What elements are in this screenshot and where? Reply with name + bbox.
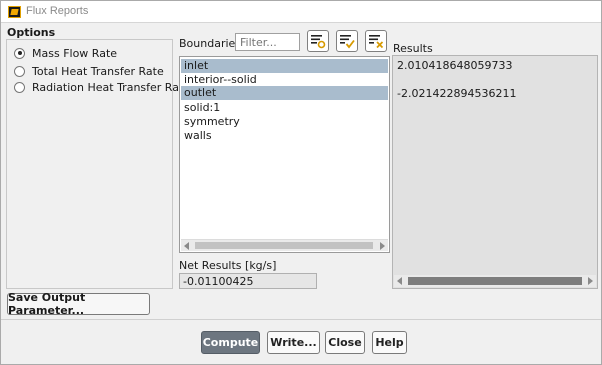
deselect-all-icon (369, 35, 384, 49)
title-bar: Flux Reports (1, 1, 601, 23)
scroll-left-icon[interactable] (397, 277, 402, 285)
compute-button[interactable]: Compute (201, 331, 260, 354)
write-button[interactable]: Write... (267, 331, 320, 354)
list-item-solid-1[interactable]: solid:1 (181, 101, 388, 115)
boundaries-label: Boundaries (179, 37, 242, 50)
radio-label: Total Heat Transfer Rate (32, 64, 164, 78)
help-button[interactable]: Help (372, 331, 407, 354)
list-item-walls[interactable]: walls (181, 129, 388, 143)
scroll-thumb[interactable] (195, 242, 373, 249)
filter-list-icon (311, 35, 326, 49)
deselect-all-button[interactable] (365, 30, 387, 52)
boundaries-list[interactable]: inlet interior--solid outlet solid:1 sym… (179, 56, 390, 253)
save-output-parameter-button[interactable]: Save Output Parameter... (7, 291, 150, 317)
radio-label: Radiation Heat Transfer Rate (32, 80, 191, 94)
results-horizontal-scrollbar[interactable] (394, 275, 596, 287)
options-label: Options (7, 26, 56, 39)
filter-zones-button[interactable] (307, 30, 329, 52)
result-line: -2.021422894536211 (397, 87, 517, 100)
footer-divider (1, 319, 601, 320)
results-panel: 2.010418648059733 -2.021422894536211 (392, 55, 598, 289)
boundaries-filter-input[interactable] (235, 33, 300, 51)
close-button[interactable]: Close (325, 331, 365, 354)
scroll-right-icon[interactable] (380, 242, 385, 250)
radio-radiation-heat-transfer-rate[interactable]: Radiation Heat Transfer Rate (14, 80, 190, 94)
window-title: Flux Reports (26, 5, 89, 17)
list-item-inlet[interactable]: inlet (181, 59, 388, 73)
fluent-app-icon (8, 6, 21, 18)
radio-button[interactable] (14, 81, 25, 93)
radio-mass-flow-rate[interactable]: Mass Flow Rate (14, 46, 117, 60)
radio-button[interactable] (14, 65, 25, 77)
result-line: 2.010418648059733 (397, 59, 513, 72)
flux-reports-dialog: Flux Reports Options Mass Flow Rate Tota… (0, 0, 602, 365)
radio-button[interactable] (14, 47, 25, 59)
radio-total-heat-transfer-rate[interactable]: Total Heat Transfer Rate (14, 64, 164, 78)
net-results-label: Net Results [kg/s] (179, 259, 277, 272)
select-all-icon (340, 35, 355, 49)
scroll-right-icon[interactable] (588, 277, 593, 285)
net-results-value: -0.01100425 (179, 273, 317, 289)
results-label: Results (393, 42, 433, 55)
options-panel: Mass Flow Rate Total Heat Transfer Rate … (6, 39, 190, 289)
scroll-left-icon[interactable] (184, 242, 189, 250)
radio-label: Mass Flow Rate (32, 46, 118, 60)
boundaries-horizontal-scrollbar[interactable] (181, 239, 388, 251)
list-item-outlet[interactable]: outlet (181, 86, 388, 100)
list-item-interior-solid[interactable]: interior--solid (181, 73, 388, 87)
scroll-thumb[interactable] (408, 277, 582, 285)
select-all-button[interactable] (336, 30, 358, 52)
list-item-symmetry[interactable]: symmetry (181, 115, 388, 129)
